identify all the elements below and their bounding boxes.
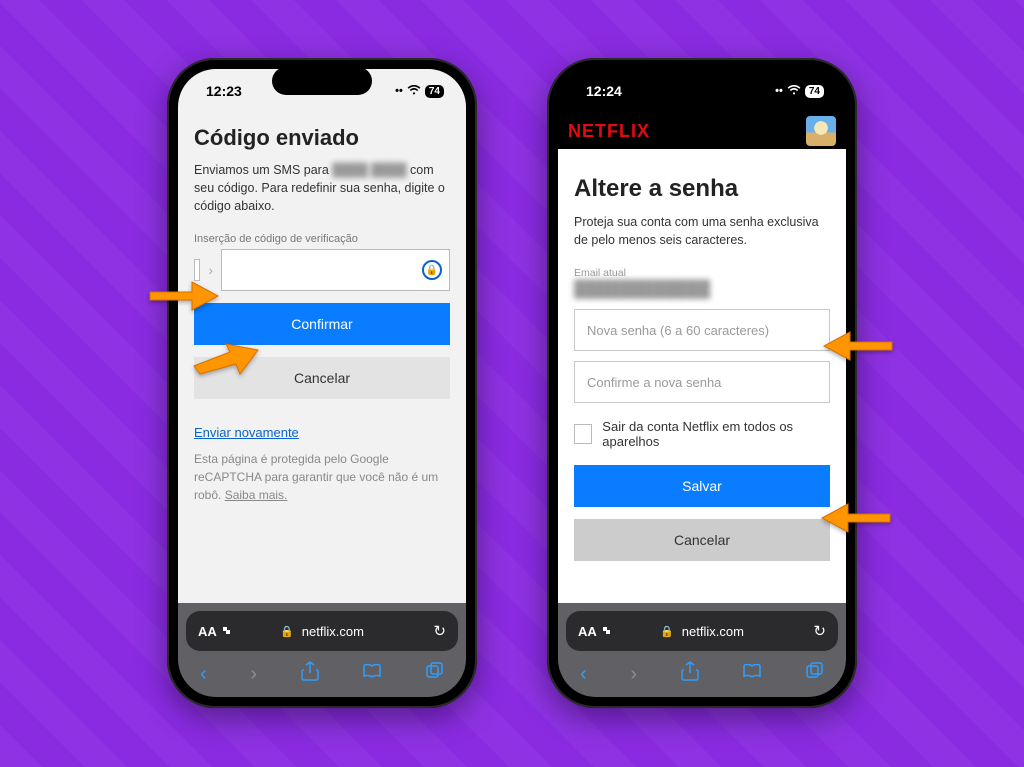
wifi-icon [787,84,801,98]
url-text: netflix.com [302,624,364,639]
resend-link[interactable]: Enviar novamente [194,425,450,440]
signout-all-label: Sair da conta Netflix em todos os aparel… [602,419,830,449]
phone-left: 12:23 •• 74 Código enviado Enviamos um S… [167,58,477,708]
cellular-icon: •• [395,85,403,97]
lock-icon: 🔒 [280,625,294,638]
phone-notch [272,67,372,95]
page-title: Altere a senha [574,175,830,203]
masked-phone-number: ████ ████ [332,163,406,177]
forward-button[interactable]: › [630,663,637,686]
annotation-arrow [148,278,220,314]
battery-level: 74 [805,85,824,98]
password-lock-icon: 🔒 [422,260,442,280]
verification-code-input[interactable] [221,249,450,291]
chevron-right-icon: › [208,262,213,278]
annotation-arrow [190,340,262,376]
status-time: 12:23 [206,83,242,99]
confirm-password-input[interactable] [574,361,830,403]
reload-icon[interactable]: ↻ [813,622,826,640]
tabs-button[interactable] [426,662,444,686]
annotation-arrow [820,500,892,536]
back-button[interactable]: ‹ [580,663,587,686]
annotation-arrow [822,328,894,364]
wifi-icon [407,84,421,98]
back-button[interactable]: ‹ [200,663,207,686]
sms-description: Enviamos um SMS para ████ ████ com seu c… [194,161,450,215]
address-bar[interactable]: AA 🔒 netflix.com ↻ [566,611,838,651]
tabs-button[interactable] [806,662,824,686]
lock-icon: 🔒 [660,625,674,638]
netflix-header: NETFLIX [558,113,846,149]
cancel-button[interactable]: Cancelar [574,519,830,561]
phone-notch [652,67,752,95]
current-email-value: ████████████ [574,281,830,299]
battery-level: 74 [425,85,444,98]
text-size-button[interactable]: AA [578,624,613,639]
recaptcha-notice: Esta página é protegida pelo Google reCA… [194,450,450,504]
share-button[interactable] [681,661,699,687]
password-description: Proteja sua conta com uma senha exclusiv… [574,213,830,249]
forward-button[interactable]: › [250,663,257,686]
cellular-icon: •• [775,85,783,97]
avatar[interactable] [806,116,836,146]
save-button[interactable]: Salvar [574,465,830,507]
address-bar[interactable]: AA 🔒 netflix.com ↻ [186,611,458,651]
bookmarks-button[interactable] [742,663,762,686]
netflix-logo[interactable]: NETFLIX [568,121,650,142]
status-time: 12:24 [586,83,622,99]
code-field-label: Inserção de código de verificação [194,233,450,245]
bookmarks-button[interactable] [362,663,382,686]
safari-chrome: AA 🔒 netflix.com ↻ ‹ › [178,603,466,697]
phone-right: 12:24 •• 74 NETFLIX Altere a senha Prote… [547,58,857,708]
puzzle-icon [221,626,233,636]
new-password-input[interactable] [574,309,830,351]
share-button[interactable] [301,661,319,687]
reload-icon[interactable]: ↻ [433,622,446,640]
page-content: NETFLIX Altere a senha Proteja sua conta… [558,113,846,603]
signout-all-checkbox[interactable] [574,424,592,444]
text-size-button[interactable]: AA [198,624,233,639]
puzzle-icon [601,626,613,636]
current-email-label: Email atual [574,267,830,279]
page-title: Código enviado [194,125,450,151]
safari-chrome: AA 🔒 netflix.com ↻ ‹ › [558,603,846,697]
url-text: netflix.com [682,624,744,639]
recaptcha-learn-more-link[interactable]: Saiba mais. [225,488,288,502]
